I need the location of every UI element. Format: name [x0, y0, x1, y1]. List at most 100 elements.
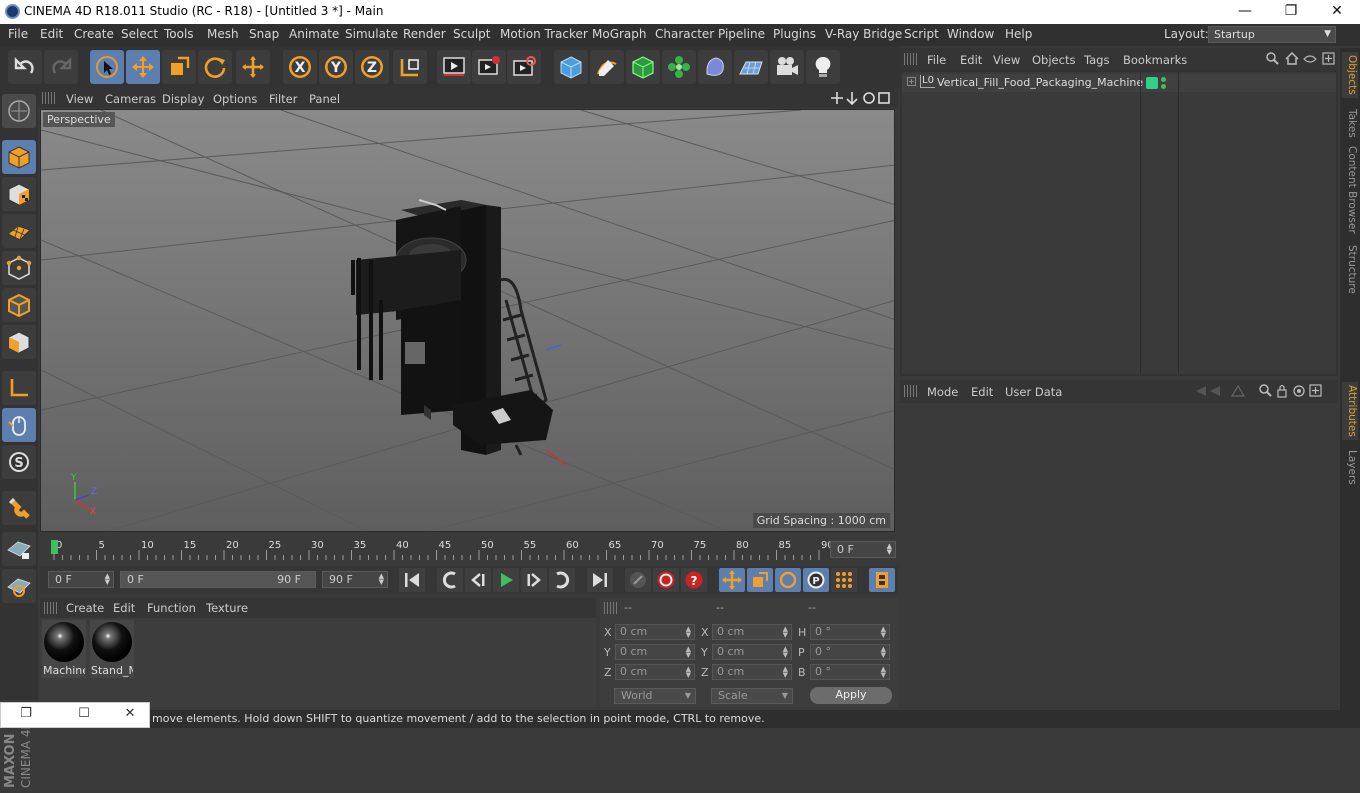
- layout-select[interactable]: Startup ▼: [1208, 26, 1336, 43]
- undo-button[interactable]: [8, 50, 42, 84]
- goto-end-button[interactable]: [587, 568, 613, 592]
- autokey-button[interactable]: [653, 568, 679, 592]
- editor-visibility-dot[interactable]: [1161, 77, 1166, 82]
- viewport-menu-display[interactable]: Display: [162, 92, 204, 106]
- menu-pipeline[interactable]: Pipeline: [718, 27, 765, 41]
- viewport-menu-filter[interactable]: Filter: [269, 92, 297, 106]
- size-mode-select[interactable]: Scale ▼: [711, 688, 793, 704]
- objects-menu-edit[interactable]: Edit: [960, 53, 982, 67]
- menu-file[interactable]: File: [8, 27, 28, 41]
- material-swatch-stand[interactable]: Stand_M: [90, 620, 134, 678]
- material-menu-function[interactable]: Function: [147, 601, 196, 615]
- material-menu-create[interactable]: Create: [66, 601, 104, 615]
- tweak-mode-button[interactable]: [2, 408, 36, 442]
- menu-edit[interactable]: Edit: [40, 27, 63, 41]
- object-name[interactable]: Vertical_Fill_Food_Packaging_Machine: [937, 76, 1143, 89]
- points-mode-button[interactable]: [2, 251, 36, 285]
- tab-takes[interactable]: Takes: [1342, 104, 1358, 142]
- menu-mograph[interactable]: MoGraph: [592, 27, 647, 41]
- menu-motion-tracker[interactable]: Motion Tracker: [500, 27, 588, 41]
- key-position-button[interactable]: [719, 568, 745, 592]
- objects-menu-tags[interactable]: Tags: [1084, 53, 1109, 67]
- x-axis-lock-button[interactable]: X: [283, 50, 317, 84]
- panel-grip-handle[interactable]: [904, 53, 918, 65]
- viewport-menu-options[interactable]: Options: [213, 92, 257, 106]
- attributes-menu-mode[interactable]: Mode: [927, 385, 958, 399]
- workplane-mode-button[interactable]: [2, 214, 36, 248]
- close-button[interactable]: ✕: [1314, 0, 1360, 24]
- frame-range-slider[interactable]: 0 F 90 F: [120, 571, 316, 588]
- menu-help[interactable]: Help: [1005, 27, 1032, 41]
- render-picture-viewer-button[interactable]: [472, 50, 506, 84]
- minimized-window-bar[interactable]: ❐ ☐ ✕: [0, 702, 150, 728]
- tab-objects[interactable]: Objects: [1342, 52, 1358, 98]
- record-active-button[interactable]: [625, 568, 651, 592]
- previous-key-button[interactable]: [437, 568, 463, 592]
- floor-button[interactable]: [734, 50, 768, 84]
- lock-workplane-button[interactable]: [2, 532, 36, 566]
- render-view-button[interactable]: [437, 50, 471, 84]
- material-menu-texture[interactable]: Texture: [206, 601, 248, 615]
- menu-animate[interactable]: Animate: [289, 27, 339, 41]
- menu-snap[interactable]: Snap: [249, 27, 279, 41]
- menu-render[interactable]: Render: [403, 27, 446, 41]
- attributes-menu-edit[interactable]: Edit: [971, 385, 993, 399]
- panel-grip-handle[interactable]: [604, 602, 618, 614]
- snap-button[interactable]: S: [2, 445, 36, 479]
- z-axis-lock-button[interactable]: Z: [355, 50, 389, 84]
- objects-menu-file[interactable]: File: [927, 53, 946, 67]
- menu-select[interactable]: Select: [121, 27, 158, 41]
- minimize-button[interactable]: —: [1222, 0, 1268, 24]
- menu-plugins[interactable]: Plugins: [773, 27, 816, 41]
- size-x-field[interactable]: 0 cm ▲ ▼: [712, 624, 792, 640]
- viewport-nav-icons[interactable]: [830, 91, 892, 105]
- coordinate-system-button[interactable]: [393, 50, 427, 84]
- restore-window-icon[interactable]: ❐: [15, 706, 37, 726]
- next-frame-button[interactable]: [521, 568, 547, 592]
- rot-p-field[interactable]: 0 ° ▲ ▼: [810, 644, 890, 660]
- key-rotation-button[interactable]: [775, 568, 801, 592]
- last-tool-button[interactable]: [236, 50, 270, 84]
- rot-b-field[interactable]: 0 ° ▲ ▼: [810, 664, 890, 680]
- subdivision-surface-button[interactable]: [626, 50, 660, 84]
- maximize-button[interactable]: ❐: [1268, 0, 1314, 24]
- menu-mesh[interactable]: Mesh: [207, 27, 239, 41]
- tab-attributes[interactable]: Attributes: [1342, 382, 1358, 440]
- size-y-field[interactable]: 0 cm ▲ ▼: [712, 644, 792, 660]
- tab-structure[interactable]: Structure: [1342, 244, 1358, 294]
- rot-h-field[interactable]: 0 ° ▲ ▼: [810, 624, 890, 640]
- edges-mode-button[interactable]: [2, 288, 36, 322]
- planar-workplane-button[interactable]: [2, 569, 36, 603]
- goto-start-button[interactable]: [399, 568, 425, 592]
- rotate-button[interactable]: [198, 50, 232, 84]
- object-manager-tools[interactable]: [1266, 52, 1336, 66]
- texture-mode-button[interactable]: [2, 177, 36, 211]
- magnet-button[interactable]: [2, 491, 36, 525]
- attributes-menu-user-data[interactable]: User Data: [1005, 385, 1062, 399]
- expand-toggle-icon[interactable]: +: [907, 77, 916, 86]
- menu-create[interactable]: Create: [74, 27, 114, 41]
- model-mode-button[interactable]: [2, 140, 36, 174]
- next-key-button[interactable]: [549, 568, 575, 592]
- key-parameter-button[interactable]: P: [803, 568, 829, 592]
- menu-script[interactable]: Script: [904, 27, 939, 41]
- timeline-window-button[interactable]: [869, 568, 895, 592]
- deformer-button[interactable]: [698, 50, 732, 84]
- objects-menu-view[interactable]: View: [993, 53, 1020, 67]
- panel-grip-handle[interactable]: [42, 92, 56, 104]
- polygons-mode-button[interactable]: [2, 325, 36, 359]
- menu-window[interactable]: Window: [947, 27, 994, 41]
- menu-simulate[interactable]: Simulate: [345, 27, 398, 41]
- keyframe-selection-button[interactable]: ?: [681, 568, 707, 592]
- key-scale-button[interactable]: [747, 568, 773, 592]
- start-frame-field[interactable]: 0 F ▲ ▼: [48, 571, 114, 588]
- cloner-button[interactable]: [662, 50, 696, 84]
- viewport-menu-cameras[interactable]: Cameras: [105, 92, 156, 106]
- key-pla-button[interactable]: [831, 568, 857, 592]
- scale-button[interactable]: [162, 50, 196, 84]
- play-button[interactable]: [493, 568, 519, 592]
- objects-menu-bookmarks[interactable]: Bookmarks: [1123, 53, 1187, 67]
- viewport-menu-panel[interactable]: Panel: [309, 92, 340, 106]
- previous-frame-button[interactable]: [465, 568, 491, 592]
- size-z-field[interactable]: 0 cm ▲ ▼: [712, 664, 792, 680]
